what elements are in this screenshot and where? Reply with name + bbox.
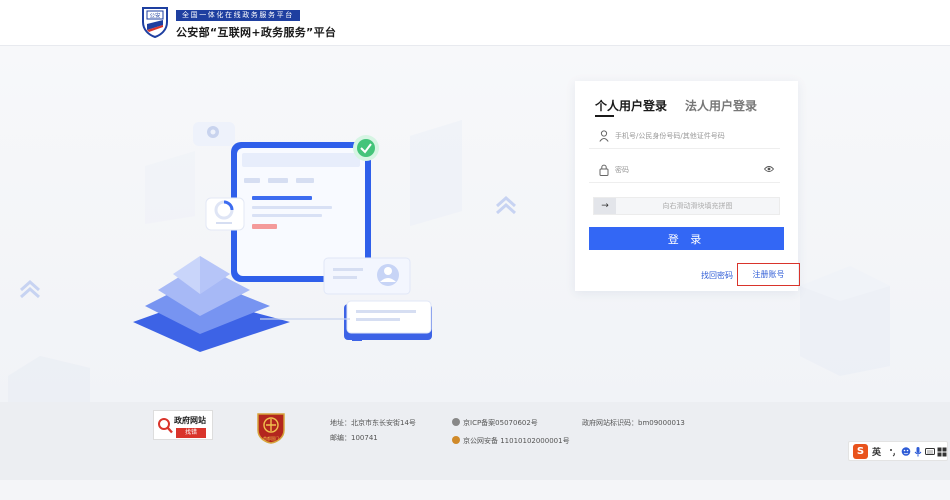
user-card-icon [323,257,411,295]
username-field[interactable] [589,123,780,149]
footer-site-code: 政府网站标识码：bm09000013 [582,419,685,427]
icp-text: 京ICP备案05070602号 [463,419,538,427]
password-field[interactable] [589,157,780,183]
login-button[interactable]: 登 录 [589,227,784,250]
active-tab-indicator [595,115,614,117]
footer-bottom-strip [0,480,950,500]
emoji-icon[interactable] [901,446,911,457]
gov-badge-title: 政府网站 [174,416,206,425]
svg-text:公安: 公安 [149,12,161,20]
microphone-icon[interactable] [913,446,923,457]
check-badge-icon [353,135,379,161]
slider-handle-arrow-icon[interactable]: → [594,198,616,214]
ime-language-toggle[interactable]: 英 [872,445,881,458]
tab-personal-login[interactable]: 个人用户登录 [595,97,667,114]
sogou-logo-icon[interactable]: S [853,444,868,459]
user-icon [599,130,609,142]
gov-badge-action: 找错 [176,428,206,438]
eye-icon[interactable] [764,165,774,173]
header: 公安 全国一体化在线政务服务平台 公安部“互联网+政务服务”平台 [0,0,950,46]
footer-address: 地址：北京市东长安街14号 [330,419,416,427]
register-link[interactable]: 注册账号 [737,263,800,286]
captcha-slider[interactable]: → 向右滑动滑块填充拼图 [593,197,780,215]
footer-police-record[interactable]: 京公网安备 11010102000001号 [452,436,570,446]
ime-toolbar[interactable]: S 英 [848,441,948,461]
password-input[interactable] [615,160,765,180]
main-area: 个人用户登录 法人用户登录 → 向右滑动滑块填充拼图 登 录 [0,46,950,402]
platform-tagline: 全国一体化在线政务服务平台 [176,10,300,21]
magnifier-icon [158,418,173,434]
message-card-icon [344,300,432,341]
login-illustration [8,120,516,402]
grid-menu-icon[interactable] [937,446,947,457]
police-shield-logo-icon[interactable]: 公安 [141,6,169,38]
donut-chart-icon [205,197,245,231]
location-pin-icon [193,122,235,146]
punctuation-icon[interactable] [888,446,898,457]
police-record-icon [452,436,460,444]
gov-website-error-badge[interactable]: 政府网站 找错 [153,410,213,440]
icp-globe-icon [452,418,460,426]
lock-icon [599,164,609,176]
forgot-password-link[interactable]: 找回密码 [701,270,733,281]
slider-hint: 向右滑动滑块填充拼图 [662,202,733,210]
tab-legal-login[interactable]: 法人用户登录 [685,97,757,114]
username-input[interactable] [615,126,765,146]
police-emblem-icon[interactable]: 首都国门 [257,412,285,444]
footer-postcode: 邮编：100741 [330,434,378,442]
footer-icp-record[interactable]: 京ICP备案05070602号 [452,418,538,428]
site-title[interactable]: 公安部“互联网+政务服务”平台 [176,24,336,40]
background-cube-icon [800,266,890,376]
svg-text:首都国门: 首都国门 [263,435,279,441]
police-record-text: 京公网安备 11010102000001号 [463,437,570,445]
login-card: 个人用户登录 法人用户登录 → 向右滑动滑块填充拼图 登 录 [575,81,800,291]
keyboard-icon[interactable] [925,446,935,457]
